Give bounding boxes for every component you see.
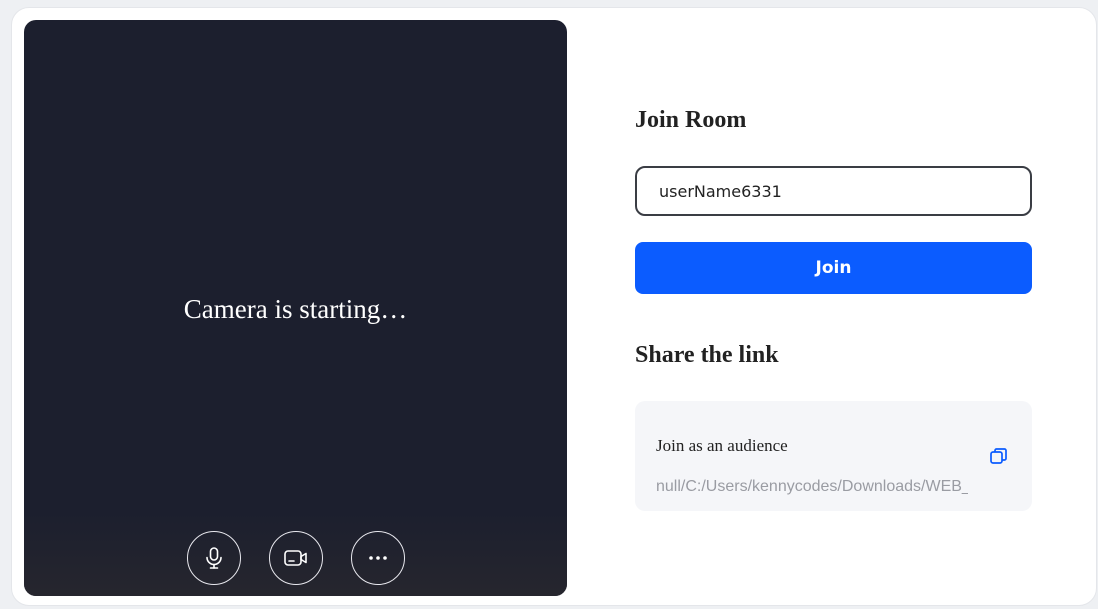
share-link-url[interactable]: null/C:/Users/kennycodes/Downloads/WEB_l — [656, 478, 968, 496]
join-room-heading: Join Room — [635, 107, 747, 133]
share-link-label: Join as an audience — [656, 436, 788, 455]
camera-status-text: Camera is starting… — [183, 294, 408, 324]
copy-link-button[interactable] — [987, 444, 1011, 468]
join-button[interactable]: Join — [635, 242, 1032, 294]
share-link-box: Join as an audience null/C:/Users/kennyc… — [635, 401, 1032, 511]
copy-icon — [990, 448, 1007, 464]
microphone-icon — [205, 547, 222, 569]
video-camera-icon — [283, 550, 307, 566]
share-link-heading: Share the link — [635, 342, 779, 368]
microphone-button[interactable] — [186, 531, 241, 585]
more-icon — [368, 556, 387, 560]
join-panel: Join Room Join Share the link Join as an… — [635, 8, 1032, 605]
more-options-button[interactable] — [350, 531, 405, 585]
video-camera-button[interactable] — [268, 531, 323, 585]
username-input[interactable] — [635, 166, 1032, 216]
join-card: Camera is starting… Join Room userName63… — [11, 7, 1097, 606]
camera-preview: Camera is starting… — [24, 20, 567, 596]
media-controls — [24, 531, 567, 585]
